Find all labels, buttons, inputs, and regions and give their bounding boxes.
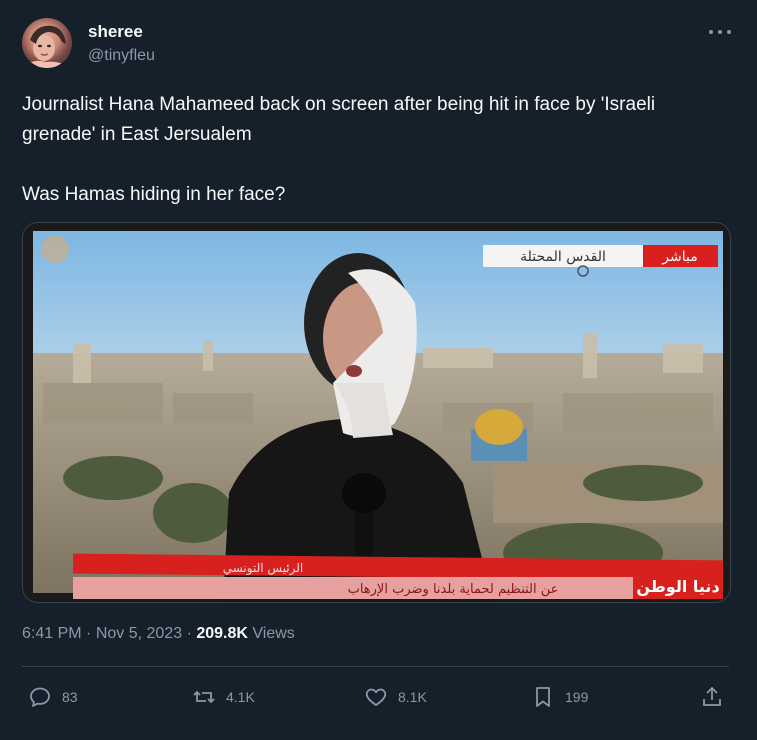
reply-count: 83: [62, 689, 78, 705]
tweet-date[interactable]: Nov 5, 2023: [96, 625, 182, 642]
retweet-button[interactable]: 4.1K: [192, 684, 255, 710]
meta-separator-1: ·: [86, 625, 92, 642]
tweet: sheree @tinyfleu Journalist Hana Mahamee…: [0, 0, 757, 740]
tweet-text-line1: Journalist Hana Mahameed back on screen …: [22, 94, 656, 145]
retweet-count: 4.1K: [226, 689, 255, 705]
heart-icon: [365, 688, 387, 706]
meta-separator-2: ·: [186, 625, 192, 642]
bookmark-button[interactable]: 199: [531, 684, 588, 710]
more-options-icon[interactable]: [709, 22, 731, 42]
tweet-text: Journalist Hana Mahameed back on screen …: [22, 90, 732, 210]
divider: [22, 666, 729, 667]
bookmark-count: 199: [565, 689, 589, 705]
bookmark-icon: [536, 687, 550, 707]
channel-logo: دنيا الوطن: [636, 577, 719, 596]
avatar[interactable]: [22, 18, 72, 68]
tweet-meta: 6:41 PM · Nov 5, 2023 · 209.8K Views: [22, 625, 295, 643]
ticker-text-2: الرئيس التونسي: [223, 561, 304, 576]
ticker-text: عن التنظيم لحماية بلدنا وضرب الإرهاب: [348, 582, 559, 597]
tweet-media-image[interactable]: القدس المحتلة مباشر الرئيس التونسي عن ال…: [22, 222, 731, 603]
views-label: Views: [252, 625, 295, 642]
reply-icon: [30, 687, 50, 707]
reply-button[interactable]: 83: [28, 684, 78, 710]
author-display-name[interactable]: sheree: [88, 22, 143, 42]
like-count: 8.1K: [398, 689, 427, 705]
share-button[interactable]: [700, 684, 724, 710]
tweet-text-line2: Was Hamas hiding in her face?: [22, 184, 286, 205]
author-handle[interactable]: @tinyfleu: [88, 47, 155, 65]
views-count: 209.8K: [196, 625, 248, 642]
tweet-time[interactable]: 6:41 PM: [22, 625, 82, 642]
location-label: القدس المحتلة: [520, 249, 606, 265]
like-button[interactable]: 8.1K: [364, 684, 427, 710]
live-badge: مباشر: [661, 249, 697, 265]
retweet-icon: [193, 690, 215, 704]
share-icon: [703, 687, 721, 706]
avatar-image: [22, 25, 72, 68]
